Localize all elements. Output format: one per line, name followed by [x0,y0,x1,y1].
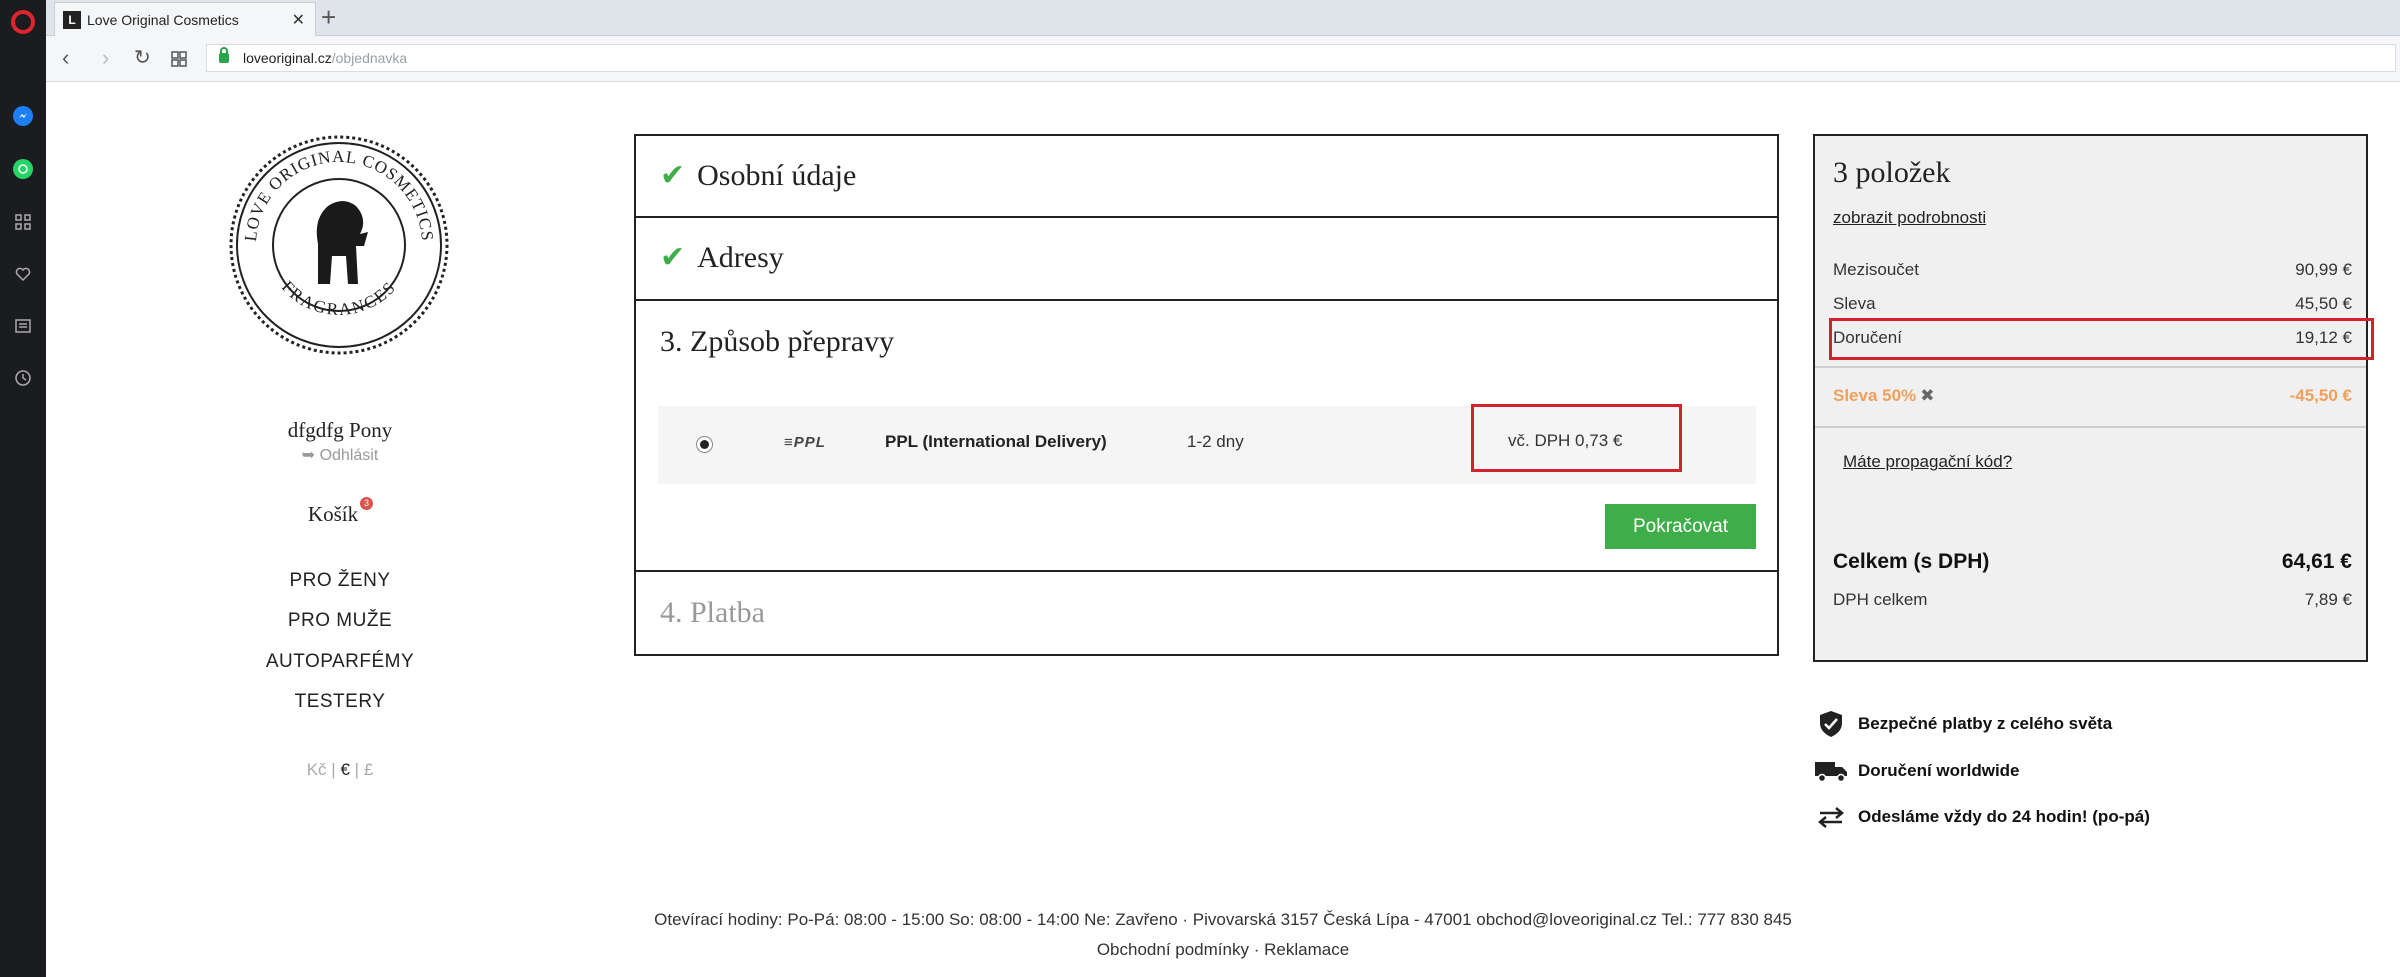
subtotal-row: Mezisoučet 90,99 € [1833,260,2352,280]
currency-switcher: Kč | € | £ [230,760,450,780]
currency-eur[interactable]: € [340,760,349,779]
feature-label: Doručení worldwide [1858,761,2020,780]
cart-count-badge: 3 [360,497,373,510]
vat-row: DPH celkem 7,89 € [1833,590,2352,610]
carrier-name: PPL (International Delivery) [885,432,1107,451]
coupon-value: -45,50 € [2289,386,2352,405]
promo-code-link[interactable]: Máte propagační kód? [1843,452,2012,472]
whatsapp-icon[interactable] [13,159,33,179]
footer-info: Otevírací hodiny: Po-Pá: 08:00 - 15:00 S… [654,910,1792,929]
subtotal-value: 90,99 € [2295,260,2352,279]
tab-close-icon[interactable]: ✕ [292,10,305,30]
feature-secure-payments: Bezpečné platby z celého světa [1814,710,2112,738]
opera-sidebar [0,0,46,977]
show-details-link[interactable]: zobrazit podrobnosti [1833,208,1986,228]
lion-emblem-icon [316,201,368,284]
shield-check-icon [1814,710,1848,738]
url-path: /objednavka [331,50,408,66]
discount-row: Sleva 45,50 € [1833,294,2352,314]
total-value: 64,61 € [2281,550,2352,573]
logout-label: Odhlásit [319,447,379,464]
terms-link[interactable]: Obchodní podmínky [1097,940,1249,959]
news-icon[interactable] [13,316,33,336]
reload-icon[interactable]: ↻ [134,45,151,71]
url-input[interactable]: loveoriginal.cz/objednavka [206,44,2396,72]
user-name: dfgdfg Pony [287,418,393,442]
delivery-radio[interactable] [696,436,713,453]
coupon-row: Sleva 50% ✖ -45,50 € [1833,386,2352,406]
step-title: 3. Způsob přepravy [660,325,895,358]
ppl-logo: ≡PPL [784,434,826,451]
delivery-option-ppl[interactable]: ≡PPL PPL (International Delivery) 1-2 dn… [658,404,1756,484]
back-arrow-icon[interactable]: ‹ [62,45,69,71]
total-row: Celkem (s DPH) 64,61 € [1833,550,2352,574]
truck-icon [1814,757,1848,785]
tab-title: Love Original Cosmetics [87,11,239,28]
brand-logo[interactable]: LOVE ORIGINAL COSMETICS FRAGRANCES [228,134,450,356]
feature-worldwide-delivery: Doručení worldwide [1814,757,2020,785]
checkmark-icon: ✔ [660,240,686,275]
step-title: Osobní údaje [697,158,857,192]
coupon-label: Sleva 50% [1833,386,1917,405]
checkmark-icon: ✔ [660,158,686,193]
currency-separator: | [331,760,336,779]
checkout-steps: ✔ Osobní údaje ✔ Adresy 3. Způsob přepra… [634,134,1779,656]
step-personal-info[interactable]: ✔ Osobní údaje [636,136,1777,218]
delivery-days: 1-2 dny [1187,432,1244,451]
divider [1815,366,2366,368]
menu-item-men[interactable]: PRO MUŽE [230,610,450,632]
step-title: Adresy [697,240,784,274]
complaints-link[interactable]: Reklamace [1264,940,1349,959]
menu-item-women[interactable]: PRO ŽENY [230,570,450,592]
opera-logo-icon[interactable] [11,10,35,34]
divider [1815,426,2366,428]
continue-button[interactable]: Pokračovat [1605,504,1756,549]
tabs-grid-icon[interactable] [170,48,188,74]
favicon-icon: L [63,10,81,29]
logo-text-bottom: FRAGRANCES [278,277,398,319]
bookmarks-heart-icon[interactable] [13,264,33,284]
discount-value: 45,50 € [2295,294,2352,313]
step-addresses[interactable]: ✔ Adresy [636,218,1777,301]
new-tab-plus-icon[interactable]: + [321,3,336,31]
vat-value: 7,89 € [2304,590,2352,609]
remove-coupon-icon[interactable]: ✖ [1920,386,1934,405]
currency-gbp[interactable]: £ [364,760,373,779]
speed-dial-icon[interactable] [13,212,33,232]
footer-links: Obchodní podmínky · Reklamace [0,940,2400,960]
currency-czk[interactable]: Kč [307,760,327,779]
step-payment: 4. Platba [636,572,1777,656]
secure-lock-icon [219,47,229,63]
order-summary: 3 položek zobrazit podrobnosti Mezisouče… [1813,134,2374,662]
browser-tab[interactable]: L Love Original Cosmetics ✕ [54,2,316,36]
menu-item-testers[interactable]: TESTERY [230,691,450,713]
feature-label: Odesláme vždy do 24 hodin! (po-pá) [1858,807,2150,826]
vat-label: DPH celkem [1833,590,1928,609]
delivery-highlight [1829,318,2374,360]
messenger-icon[interactable] [13,106,33,126]
menu-item-car-perfumes[interactable]: AUTOPARFÉMY [230,651,450,673]
cart-link[interactable]: Košík [230,502,436,527]
logout-link[interactable]: ➥ Odhlásit [230,445,450,465]
summary-title: 3 položek [1833,156,1951,189]
feature-label: Bezpečné platby z celého světa [1858,714,2113,733]
total-label: Celkem (s DPH) [1833,550,1990,573]
discount-label: Sleva [1833,294,1876,313]
step-title: 4. Platba [660,596,765,629]
url-host: loveoriginal.cz [243,50,332,66]
currency-separator: | [354,760,360,779]
subtotal-label: Mezisoučet [1833,260,1919,279]
delivery-price: vč. DPH 0,73 € [1471,404,1682,472]
svg-text:FRAGRANCES: FRAGRANCES [278,277,400,319]
exchange-arrows-icon [1814,803,1848,831]
address-bar: ‹ › ↻ loveoriginal.cz/objednavka [46,36,2400,82]
forward-arrow-icon[interactable]: › [102,45,109,71]
logout-icon: ➥ [301,447,320,464]
footer-separator: · [1253,940,1260,959]
tab-bar: L Love Original Cosmetics ✕ + [46,0,2400,36]
history-clock-icon[interactable] [13,368,33,388]
feature-fast-shipping: Odesláme vždy do 24 hodin! (po-pá) [1814,803,2150,831]
